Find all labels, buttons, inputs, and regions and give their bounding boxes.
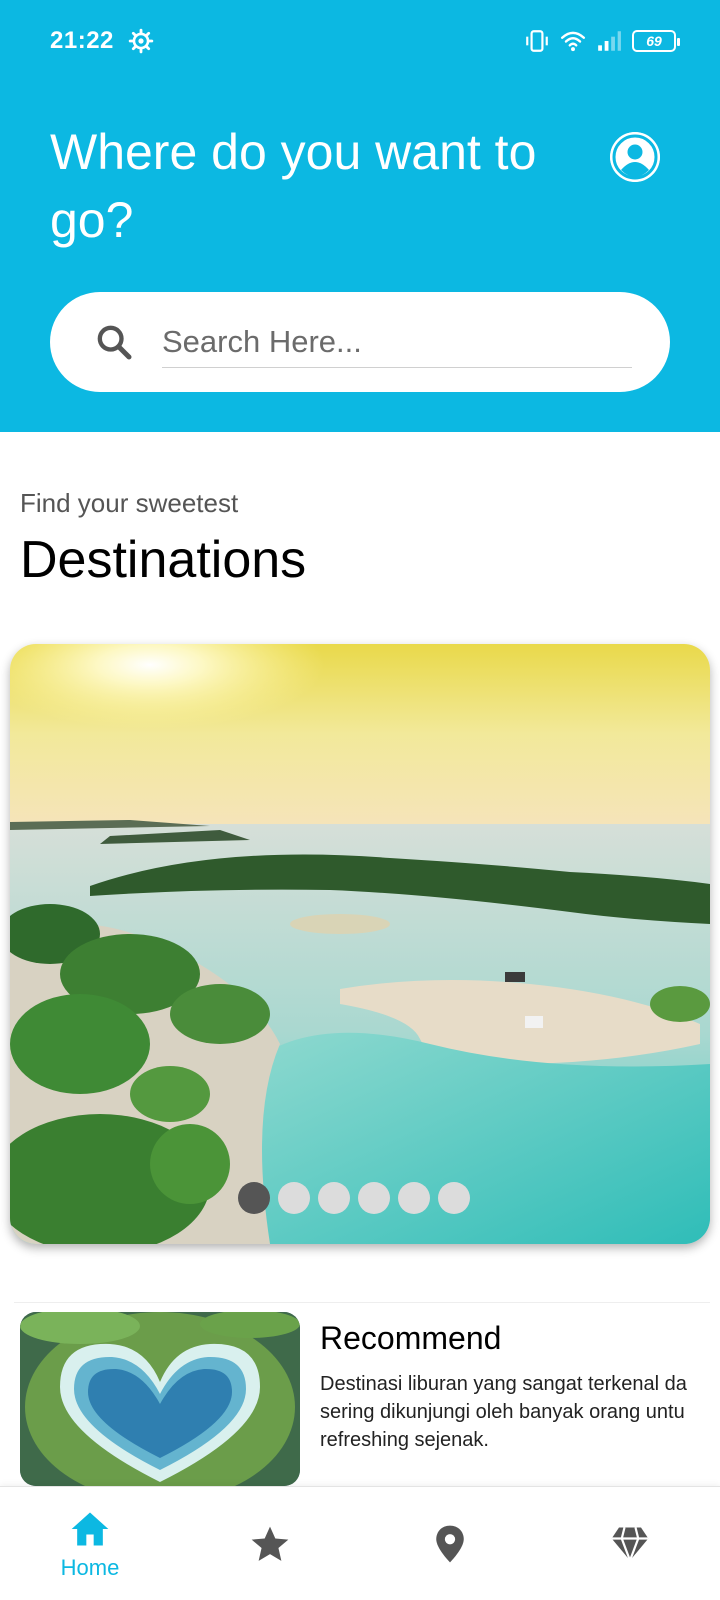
carousel-dot[interactable] <box>278 1182 310 1214</box>
nav-item-home[interactable]: Home <box>0 1487 180 1600</box>
section-heading: Destinations <box>20 531 307 589</box>
destination-carousel[interactable] <box>10 644 710 1244</box>
carousel-dot[interactable] <box>318 1182 350 1214</box>
page-title: Where do you want to go? <box>50 124 537 248</box>
carousel-dot[interactable] <box>438 1182 470 1214</box>
nav-label-home: Home <box>60 1555 120 1580</box>
recommend-title: Recommend <box>320 1320 502 1356</box>
diamond-icon <box>611 1527 649 1564</box>
home-icon <box>71 1512 109 1546</box>
heart-lagoon-photo <box>20 1312 300 1486</box>
bottom-nav: Home <box>0 1486 720 1600</box>
search-input[interactable] <box>162 316 632 368</box>
status-bar: 21:22 69 <box>0 0 720 84</box>
carousel-dot[interactable] <box>238 1182 270 1214</box>
status-time: 21:22 <box>50 27 114 54</box>
divider <box>14 1302 710 1303</box>
header: 21:22 69 Where do you want to go? Search… <box>0 0 720 432</box>
user-avatar-icon[interactable] <box>610 132 660 182</box>
carousel-dot[interactable] <box>398 1182 430 1214</box>
location-pin-icon <box>436 1525 464 1563</box>
battery-level: 69 <box>646 33 662 49</box>
search-icon <box>97 325 132 360</box>
status-icons: 69 <box>524 28 680 54</box>
section-subtitle: Find your sweetest <box>20 488 239 518</box>
recommend-card[interactable]: Recommend Destinasi liburan yang sangat … <box>20 1312 720 1486</box>
wifi-icon <box>560 31 586 52</box>
recommend-description: Destinasi liburan yang sangat terkenal d… <box>320 1373 687 1451</box>
nav-item-location[interactable] <box>360 1487 540 1600</box>
nav-item-premium[interactable] <box>540 1487 720 1600</box>
gear-icon <box>128 28 154 54</box>
star-icon <box>251 1526 289 1561</box>
carousel-indicators <box>10 1182 710 1214</box>
nav-item-favorites[interactable] <box>180 1487 360 1600</box>
search-bar[interactable] <box>50 292 670 392</box>
carousel-dot[interactable] <box>358 1182 390 1214</box>
beach-lagoon-photo <box>10 644 710 1244</box>
vibrate-icon <box>526 30 548 52</box>
battery-icon: 69 <box>632 30 680 52</box>
signal-icon <box>598 31 621 51</box>
